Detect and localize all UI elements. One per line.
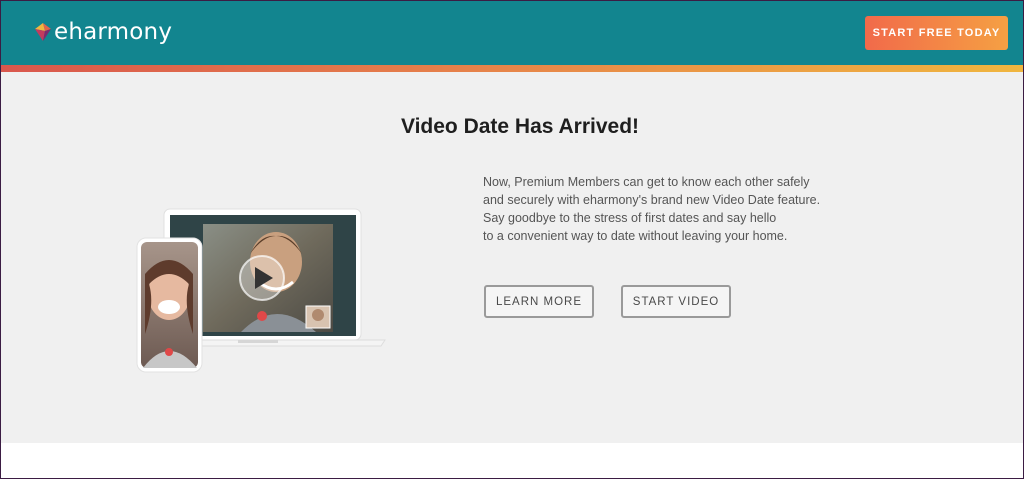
start-free-today-button[interactable]: START FREE TODAY [865, 16, 1008, 50]
learn-more-button[interactable]: LEARN MORE [484, 285, 594, 318]
description-line: and securely with eharmony's brand new V… [483, 193, 821, 207]
description-line: Now, Premium Members can get to know eac… [483, 175, 810, 189]
logo[interactable]: eharmony [33, 19, 172, 45]
logo-text: eharmony [54, 19, 173, 45]
header-accent-stripe [1, 65, 1023, 72]
eharmony-logo-icon [35, 23, 51, 41]
description-line: Say goodbye to the stress of first dates… [483, 211, 777, 225]
video-date-illustration [136, 208, 386, 373]
description-line: to a convenient way to date without leav… [483, 229, 788, 243]
feature-description: Now, Premium Members can get to know eac… [483, 173, 843, 245]
start-video-button[interactable]: START VIDEO [621, 285, 731, 318]
page-frame: eharmony START FREE TODAY Video Date Has… [0, 0, 1024, 479]
footer-strip [1, 443, 1023, 478]
page-title: Video Date Has Arrived! [400, 115, 640, 138]
end-call-icon [257, 311, 267, 321]
site-header: eharmony START FREE TODAY [1, 1, 1023, 65]
